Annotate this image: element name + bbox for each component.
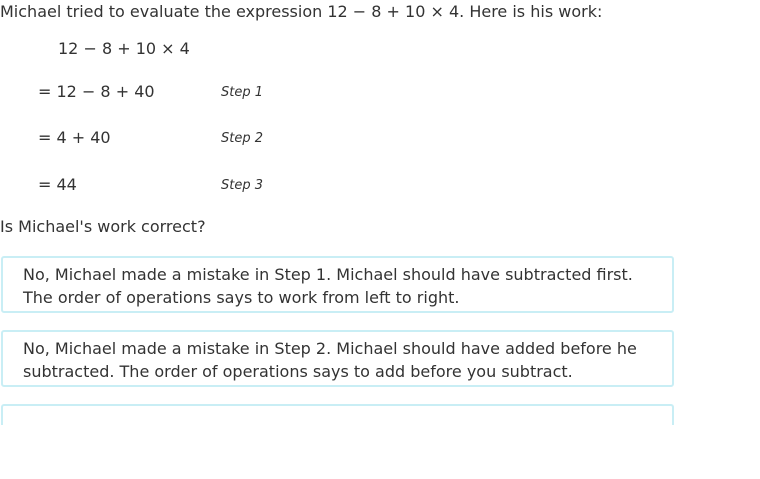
choice-text-line: No, Michael made a mistake in Step 1. Mi… <box>23 265 633 284</box>
question-text: Michael tried to evaluate the expression… <box>0 2 603 21</box>
work-step-3: = 44 Step 3 <box>38 175 338 195</box>
choice-text-line: The order of operations says to work fro… <box>23 288 460 307</box>
work-step-1: = 12 − 8 + 40 Step 1 <box>38 82 338 102</box>
answer-choice-1[interactable]: No, Michael made a mistake in Step 1. Mi… <box>1 256 674 313</box>
choice-text-line: subtracted. The order of operations says… <box>23 362 573 381</box>
work-step-2: = 4 + 40 Step 2 <box>38 128 338 148</box>
step-equation: = 4 + 40 <box>38 128 111 147</box>
choice-text-line: No, Michael made a mistake in Step 2. Mi… <box>23 339 637 358</box>
step-label: Step 1 <box>221 85 264 100</box>
viewport-cutoff <box>0 425 760 479</box>
answer-prompt: Is Michael's work correct? <box>0 217 206 236</box>
original-expression: 12 − 8 + 10 × 4 <box>58 39 190 58</box>
step-equation: = 12 − 8 + 40 <box>38 82 155 101</box>
answer-choice-2[interactable]: No, Michael made a mistake in Step 2. Mi… <box>1 330 674 387</box>
step-label: Step 3 <box>221 178 264 193</box>
step-label: Step 2 <box>221 131 264 146</box>
step-equation: = 44 <box>38 175 77 194</box>
